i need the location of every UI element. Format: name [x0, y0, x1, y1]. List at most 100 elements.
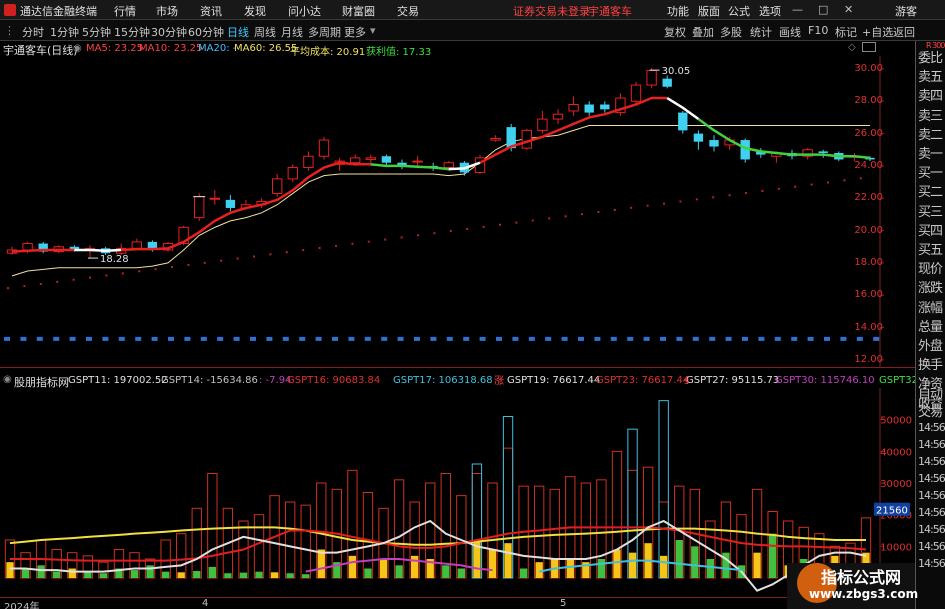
volume-bar-solid: [37, 565, 45, 578]
quote-row-label: 卖五: [918, 70, 943, 86]
indicator-toggle-icon[interactable]: ◉: [3, 374, 12, 385]
level-bar: [528, 336, 535, 341]
trade-time: 14:56: [918, 557, 945, 570]
side-bottom-label[interactable]: 交易: [918, 401, 943, 420]
menu-caifuquan[interactable]: 财富圈: [342, 3, 375, 19]
price-tick: 24.00: [854, 159, 883, 171]
settings-diamond-icon[interactable]: ◇: [848, 42, 856, 53]
vol-tick-label: 40000: [880, 447, 912, 458]
menu-hangqing[interactable]: 行情: [114, 3, 136, 19]
trend-dot: [794, 185, 797, 188]
indicator-value: GSPT17: 106318.68: [393, 375, 493, 386]
indicator-value: GSPT27: 95115.73: [686, 375, 780, 386]
main-info-bar: 宇通客车(日线) ◉ MA5: 23.25 MA10: 23.25 MA20: …: [0, 42, 915, 58]
date-label-apr: 4: [202, 598, 209, 609]
level-bar: [610, 336, 617, 341]
tool-fanhui[interactable]: 返回: [893, 24, 915, 40]
date-label-may: 5: [560, 598, 567, 609]
menu-shichang[interactable]: 市场: [156, 3, 178, 19]
trend-dot: [859, 177, 862, 180]
period-more[interactable]: 更多: [344, 24, 366, 40]
period-multi[interactable]: 多周期: [308, 24, 341, 40]
period-30min[interactable]: 30分钟: [151, 24, 187, 40]
quote-row-label: 外盘: [918, 339, 943, 354]
price-chart[interactable]: 30.05 18.28: [0, 56, 915, 368]
ma20-value: MA20: -: [198, 43, 237, 54]
trade-time: 14:56: [918, 506, 945, 519]
user-label[interactable]: 游客: [895, 3, 917, 19]
tool-duogu[interactable]: 多股: [720, 24, 742, 40]
menu-wenxiaoda[interactable]: 问小达: [288, 3, 321, 19]
candle-body: [194, 196, 205, 219]
title-bar: 通达信金融终端 行情 市场 资讯 发现 问小达 财富圈 交易 证券交易未登录 宇…: [0, 0, 945, 20]
candle-body: [318, 139, 330, 157]
ma-line-segment: [370, 163, 449, 171]
volume-bar-solid: [535, 562, 543, 578]
menu-xuanxiang[interactable]: 选项: [759, 3, 781, 19]
indicator-value: GSPT23: 76617.44: [596, 375, 690, 386]
volume-bar-solid: [457, 568, 466, 578]
candle-body: [443, 162, 454, 169]
toolbar-handle-icon: ⋮: [4, 24, 15, 37]
trend-dot: [761, 189, 764, 192]
menu-faxian[interactable]: 发现: [244, 3, 266, 19]
window-icon[interactable]: [862, 42, 876, 52]
tool-biaoji[interactable]: 标记: [835, 24, 857, 40]
tool-f10[interactable]: F10: [808, 24, 828, 37]
tool-huaxian[interactable]: 画线: [779, 24, 801, 40]
volume-bar-solid: [504, 543, 512, 578]
price-tick: 28.00: [854, 95, 883, 107]
period-60min[interactable]: 60分钟: [188, 24, 224, 40]
s-label: s: [684, 376, 689, 387]
indicator-value: GSPT14: -15634.86: [161, 375, 258, 386]
trend-dot: [531, 219, 534, 222]
period-15min[interactable]: 15分钟: [114, 24, 150, 40]
tool-tongji[interactable]: 统计: [750, 24, 772, 40]
tool-diejia[interactable]: 叠加: [692, 24, 714, 40]
side-bottom-label[interactable]: 自动: [918, 383, 943, 402]
trend-dot: [712, 196, 715, 199]
level-bar: [233, 336, 240, 341]
period-fenshi[interactable]: 分时: [22, 24, 44, 40]
minimize-icon[interactable]: —: [792, 3, 803, 16]
level-bar: [135, 336, 142, 341]
login-status[interactable]: 证券交易未登录: [513, 3, 590, 19]
tool-zixuan[interactable]: +自选: [862, 24, 893, 40]
menu-zixun[interactable]: 资讯: [200, 3, 222, 19]
menu-banmian[interactable]: 版面: [698, 3, 720, 19]
level-bar: [36, 336, 43, 341]
menu-gongshi[interactable]: 公式: [728, 3, 750, 19]
trend-dot: [253, 255, 255, 258]
app-logo-icon: [4, 4, 16, 16]
candle-body: [350, 157, 361, 164]
more-arrow-icon[interactable]: ▾: [370, 24, 376, 37]
candle-body: [287, 167, 298, 180]
close-icon[interactable]: ✕: [844, 3, 853, 16]
trend-dot: [56, 280, 59, 283]
candle-body: [552, 113, 564, 120]
indicator-chart[interactable]: 500004000030000200001000021560涨 s: [0, 375, 915, 597]
level-bar: [660, 336, 666, 341]
trade-time: 14:56: [918, 438, 945, 451]
candle-body: [490, 137, 501, 141]
price-tick: 30.00: [854, 62, 883, 74]
level-bar: [725, 336, 732, 341]
menu-gongneng[interactable]: 功能: [667, 3, 689, 19]
restore-icon[interactable]: □: [818, 3, 828, 16]
period-5min[interactable]: 5分钟: [82, 24, 111, 40]
period-daily[interactable]: 日线: [227, 24, 249, 40]
menu-jiaoyi[interactable]: 交易: [397, 3, 419, 19]
trend-dot: [89, 276, 91, 279]
tool-fuquan[interactable]: 复权: [664, 24, 686, 40]
period-weekly[interactable]: 周线: [254, 24, 276, 40]
level-bar: [86, 336, 92, 341]
info-toggle-icon[interactable]: ◉: [73, 43, 82, 54]
period-monthly[interactable]: 月线: [281, 24, 303, 40]
volume-bar-solid: [255, 571, 263, 578]
stock-tab[interactable]: 宇通客车: [588, 3, 632, 19]
quote-row-label: 换手: [918, 358, 943, 374]
trend-dot: [351, 242, 354, 245]
level-bar: [315, 336, 322, 341]
level-bar: [53, 336, 60, 341]
period-1min[interactable]: 1分钟: [50, 24, 79, 40]
